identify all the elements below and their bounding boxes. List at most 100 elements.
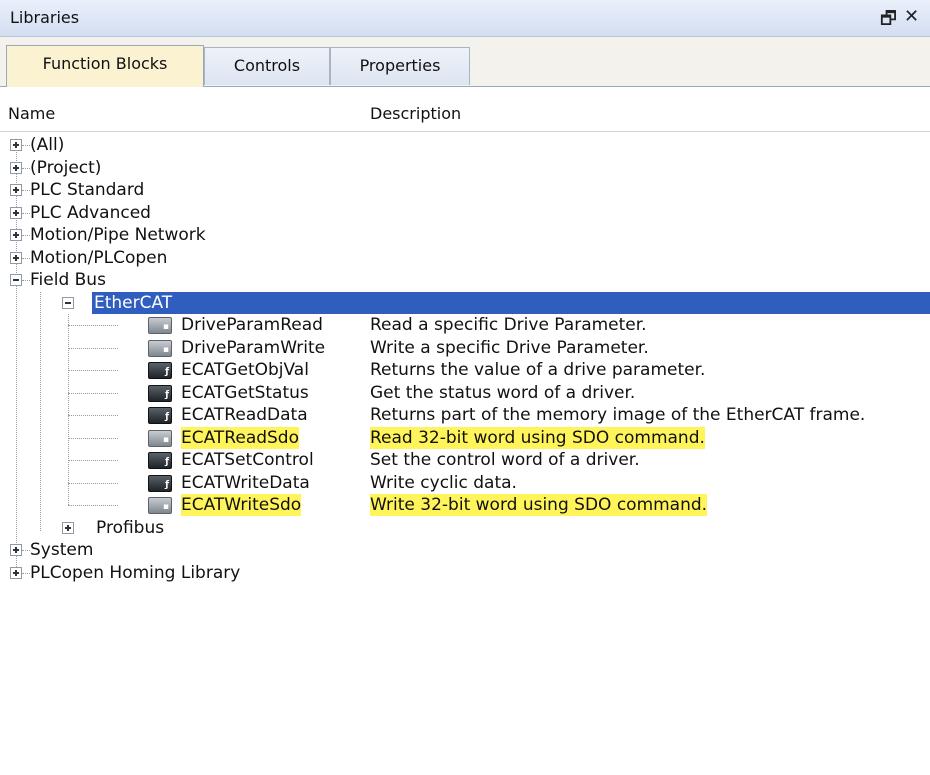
tree-connector [68, 314, 70, 506]
tree-item-label: Read 32-bit word using SDO command. [370, 426, 705, 449]
fb-glyph: ƒ [165, 412, 169, 422]
tree-connector [22, 257, 30, 260]
tree-connector [68, 482, 118, 485]
tab-properties[interactable]: Properties [330, 47, 470, 85]
tree-item-label: ECATGetStatus [181, 382, 309, 403]
tree-row[interactable]: ƒ ECATGetObjVal Returns the value of a dri… [0, 359, 930, 381]
tree-connector [22, 572, 30, 575]
tree-row[interactable]: ƒ ECATReadData Returns part of the memory … [0, 404, 930, 426]
tree-connector [22, 550, 30, 552]
restore-icon[interactable]: 🗗 [880, 6, 897, 36]
tree-row[interactable]: PLC Advanced [0, 202, 930, 224]
tree-item-label: ECATWriteData [181, 472, 310, 493]
tree-row[interactable]: (Project) [0, 157, 930, 179]
expand-toggle-icon[interactable] [62, 521, 74, 534]
tree-item-label: (Project) [30, 157, 102, 178]
function-block-icon: ▪ [148, 429, 172, 447]
tree-item-label: ECATWriteSdo [181, 494, 302, 516]
fb-glyph: ƒ [165, 479, 169, 490]
tree-connector [68, 347, 118, 350]
column-header: Name Description [0, 95, 930, 132]
panel-titlebar: Libraries 🗗 ✕ [0, 0, 930, 37]
column-description[interactable]: Description [370, 104, 461, 123]
panel-title: Libraries [10, 8, 80, 27]
tree-row[interactable]: Profibus [0, 517, 930, 539]
tree-row[interactable]: (All) [0, 134, 930, 156]
tree-connector [22, 212, 30, 215]
function-block-icon: ƒ [148, 384, 172, 402]
tree-connector [68, 370, 118, 372]
collapse-toggle-icon[interactable] [62, 296, 74, 309]
function-block-icon: ƒ [148, 474, 172, 492]
tree-row[interactable]: ▪ DriveParamWrite Write a specific Drive P… [0, 337, 930, 359]
tree-connector [68, 505, 118, 507]
tree-item-label: Write 32-bit word using SDO command. [370, 494, 708, 516]
tree-row[interactable]: ▪ DriveParamRead Read a specific Drive Par… [0, 314, 930, 336]
tree-connector [22, 190, 30, 192]
function-block-icon: ▪ [148, 497, 172, 514]
tree-item-label: DriveParamWrite [181, 337, 326, 358]
tree-item-label: Write a specific Drive Parameter. [370, 337, 649, 358]
tree-item-label: Read a specific Drive Parameter. [370, 315, 647, 335]
column-name[interactable]: Name [8, 104, 55, 123]
tree-item-label: PLCopen Homing Library [30, 562, 241, 583]
function-block-icon: ƒ [148, 452, 172, 469]
tree-item-label: EtherCAT [94, 292, 173, 313]
close-icon[interactable]: ✕ [904, 6, 919, 27]
tree-item-label: PLC Advanced [30, 202, 151, 223]
tree-item-label: Returns part of the memory image of the … [370, 405, 866, 425]
tree-item-label: Motion/PLCopen [30, 247, 168, 268]
tree-row[interactable]: Field Bus [0, 269, 930, 291]
tab-controls[interactable]: Controls [204, 47, 330, 85]
tree-row[interactable]: ▪ ECATReadSdo Read 32-bit word using SDO c… [0, 426, 930, 449]
tree-row[interactable]: Motion/PLCopen [0, 247, 930, 269]
tab-strip: Function Blocks Controls Properties [0, 37, 930, 87]
tree-item-label: ECATReadData [181, 405, 308, 425]
fb-glyph: ƒ [165, 457, 169, 467]
expand-toggle-icon[interactable] [10, 161, 22, 174]
tree-item-label: DriveParamRead [181, 315, 323, 335]
fb-glyph: ƒ [165, 389, 169, 400]
tree-row[interactable]: ƒ ECATWriteData Write cyclic data. [0, 472, 930, 494]
fb-glyph: ▪ [162, 322, 169, 332]
tree-row[interactable]: PLC Standard [0, 179, 930, 201]
tree-row[interactable]: ƒ ECATSetControl Set the control word of a… [0, 449, 930, 471]
tree-row[interactable]: ▪ ECATWriteSdo Write 32-bit word using SDO… [0, 494, 930, 516]
expand-toggle-icon[interactable] [10, 206, 22, 219]
tree-connector [68, 325, 118, 327]
tab-function-blocks[interactable]: Function Blocks [6, 45, 204, 87]
function-block-icon: ƒ [148, 407, 172, 424]
tree-item-label: (All) [30, 135, 65, 155]
collapse-toggle-icon[interactable] [10, 274, 22, 286]
tree-connector [68, 392, 118, 395]
tree-row[interactable]: EtherCAT [0, 291, 930, 314]
expand-toggle-icon[interactable] [10, 251, 22, 264]
tree-item-label: PLC Standard [30, 180, 145, 200]
expand-toggle-icon[interactable] [10, 184, 22, 196]
selection-highlight [92, 291, 930, 314]
tree-item-label: Profibus [96, 517, 165, 538]
expand-toggle-icon[interactable] [10, 566, 22, 579]
fb-glyph: ▪ [162, 434, 169, 445]
tree-connector [68, 415, 118, 417]
tree-row[interactable]: System [0, 539, 930, 561]
tree-connector [68, 437, 118, 440]
tree-item-label: Get the status word of a driver. [370, 382, 636, 403]
tree-connector [22, 235, 30, 237]
expand-toggle-icon[interactable] [10, 139, 22, 151]
fb-glyph: ƒ [165, 367, 169, 377]
fb-glyph: ▪ [162, 344, 169, 355]
tree-connector [22, 280, 30, 282]
expand-toggle-icon[interactable] [10, 544, 22, 556]
function-block-icon: ▪ [148, 339, 172, 357]
tree-item-label: ECATSetControl [181, 450, 314, 470]
tree-item-label: ECATReadSdo [181, 426, 300, 449]
tree-row[interactable]: Motion/Pipe Network [0, 224, 930, 246]
expand-toggle-icon[interactable] [10, 229, 22, 241]
tree-row[interactable]: PLCopen Homing Library [0, 562, 930, 584]
tree-item-label: Field Bus [30, 270, 106, 290]
tree-row[interactable]: ƒ ECATGetStatus Get the status word of a d… [0, 382, 930, 404]
tree-connector [22, 145, 30, 147]
tree-item-label: Returns the value of a drive parameter. [370, 360, 706, 380]
tree-item-label: System [30, 540, 94, 560]
